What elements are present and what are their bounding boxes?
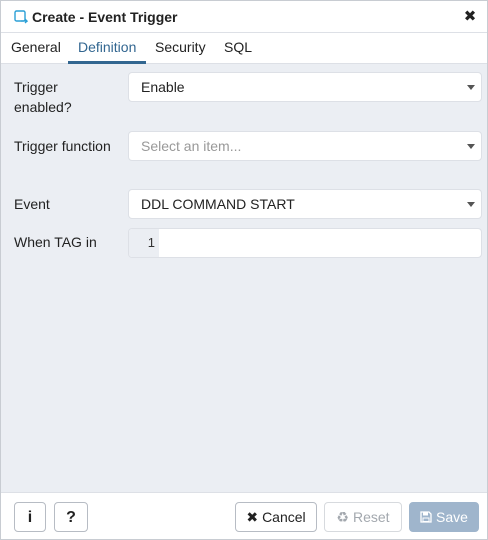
dialog-title: Create - Event Trigger (32, 9, 178, 25)
cancel-button[interactable]: ✖ Cancel (235, 502, 317, 532)
recycle-icon: ♻ (336, 509, 349, 525)
chevron-down-icon (467, 144, 475, 149)
save-button[interactable]: Save (409, 502, 479, 532)
trigger-function-label: Trigger function (14, 138, 111, 154)
trigger-enabled-label: Trigger enabled? (14, 79, 72, 115)
tab-security[interactable]: Security (145, 33, 216, 64)
chevron-down-icon (467, 85, 475, 90)
event-value: DDL COMMAND START (141, 196, 295, 212)
reset-button[interactable]: ♻ Reset (324, 502, 402, 532)
close-icon: ✖ (246, 509, 259, 525)
create-event-trigger-dialog: Create - Event Trigger ✖ General Definit… (0, 0, 488, 540)
close-icon[interactable]: ✖ (461, 8, 479, 26)
event-label: Event (14, 196, 50, 212)
cancel-label: Cancel (262, 509, 306, 525)
event-trigger-icon (14, 10, 29, 24)
tab-sql[interactable]: SQL (214, 33, 262, 64)
trigger-function-placeholder: Select an item... (141, 138, 242, 154)
reset-label: Reset (352, 509, 390, 525)
trigger-function-select[interactable]: Select an item... (128, 131, 482, 161)
when-tag-editor: 1 (128, 228, 482, 258)
tab-bar: General Definition Security SQL (1, 33, 487, 64)
help-button[interactable]: ? (54, 502, 88, 532)
line-number-gutter: 1 (129, 229, 159, 257)
when-tag-label: When TAG in (14, 234, 97, 250)
trigger-enabled-select[interactable]: Enable (128, 72, 482, 102)
help-icon: ? (66, 509, 76, 526)
save-label: Save (436, 509, 468, 525)
info-button[interactable]: i (14, 502, 46, 532)
dialog-footer: i ? ✖ Cancel ♻ Reset Save (1, 492, 487, 539)
info-icon: i (27, 509, 33, 526)
tab-general[interactable]: General (1, 33, 71, 64)
line-number: 1 (147, 235, 155, 250)
when-tag-input[interactable] (159, 229, 481, 257)
dialog-titlebar: Create - Event Trigger ✖ (1, 1, 487, 33)
definition-panel: Trigger enabled? Enable Trigger function… (1, 64, 487, 492)
trigger-enabled-value: Enable (141, 79, 185, 95)
tab-definition[interactable]: Definition (68, 33, 147, 64)
event-select[interactable]: DDL COMMAND START (128, 189, 482, 219)
floppy-disk-icon (420, 503, 432, 531)
chevron-down-icon (467, 202, 475, 207)
